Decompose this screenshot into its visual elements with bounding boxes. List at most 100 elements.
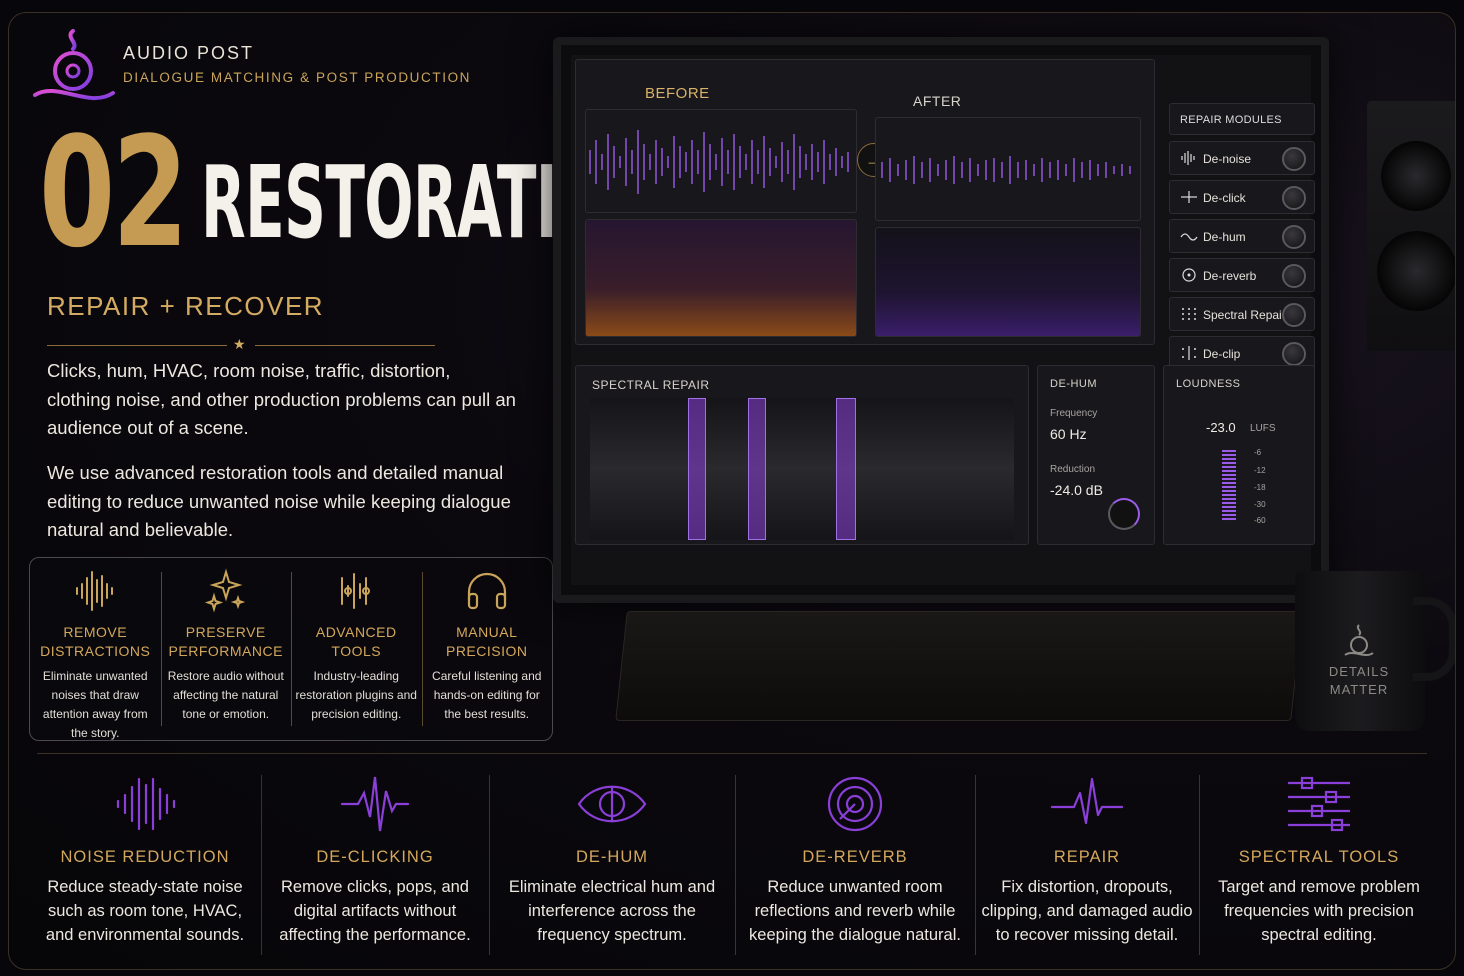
module-knob[interactable]	[1282, 225, 1306, 249]
mug-text-line: MATTER	[1329, 682, 1389, 697]
feature-desc: Careful listening and hands-on editing f…	[432, 669, 542, 721]
clip-icon	[1182, 346, 1196, 360]
star-icon: ★	[233, 336, 246, 352]
spectral-sliders-icon	[1288, 776, 1350, 832]
dehum-title: DE-HUM	[1050, 378, 1097, 390]
feature-title: TOOLS	[331, 643, 382, 659]
spectral-selection[interactable]	[748, 398, 766, 540]
module-label: Spectral Repair	[1203, 308, 1286, 322]
mixing-console	[615, 611, 1303, 721]
after-waveform-graphic	[881, 156, 1131, 184]
meter-tick: -30	[1254, 500, 1266, 509]
features-box: REMOVE DISTRACTIONS Eliminate unwanted no…	[29, 557, 553, 741]
sparkle-icon	[204, 568, 245, 613]
module-spectral-repair[interactable]: Spectral Repair	[1169, 297, 1315, 331]
noise-reduction-icon	[116, 777, 176, 831]
bottom-divider	[37, 753, 1427, 754]
meter-tick: -12	[1254, 466, 1266, 475]
service-de-reverb: DE-REVERB Reduce unwanted room reflectio…	[735, 765, 975, 969]
after-label: AFTER	[913, 93, 962, 109]
feature-desc: Industry-leading restoration plugins and…	[295, 669, 417, 721]
feature-title: DISTRACTIONS	[40, 643, 151, 659]
module-label: De-noise	[1203, 152, 1252, 166]
reverb-icon	[1182, 268, 1196, 282]
module-knob[interactable]	[1282, 186, 1306, 210]
spectral-repair-label: SPECTRAL REPAIR	[592, 378, 710, 392]
loudness-title: LOUDNESS	[1176, 378, 1241, 390]
dehum-reduction-label: Reduction	[1050, 464, 1096, 475]
feature-title: MANUAL	[456, 624, 518, 640]
module-knob[interactable]	[1282, 342, 1306, 366]
module-label: De-clip	[1203, 347, 1241, 361]
loudness-meter	[1222, 450, 1236, 522]
section-number: 02	[39, 104, 188, 281]
service-noise-reduction: NOISE REDUCTION Reduce steady-state nois…	[29, 765, 261, 969]
meter-tick: -18	[1254, 483, 1266, 492]
module-knob[interactable]	[1282, 147, 1306, 171]
service-title: SPECTRAL TOOLS	[1238, 848, 1400, 866]
declick-icon	[340, 776, 410, 832]
module-de-click[interactable]: De-click	[1169, 180, 1315, 214]
spectral-selection[interactable]	[688, 398, 706, 540]
mug-logo-icon	[1344, 624, 1374, 656]
service-spectral-tools: SPECTRAL TOOLS Target and remove problem…	[1199, 765, 1439, 969]
dehum-icon	[577, 785, 647, 823]
before-waveform-graphic	[589, 130, 849, 194]
feature-desc: Restore audio without affecting the natu…	[167, 669, 284, 721]
module-knob[interactable]	[1282, 303, 1306, 327]
brand-name: AUDIO POST	[123, 43, 255, 63]
service-desc: Reduce unwanted room reflections and rev…	[749, 878, 961, 944]
module-de-noise[interactable]: De-noise	[1169, 141, 1315, 175]
spectral-repair-panel: SPECTRAL REPAIR	[575, 365, 1029, 545]
module-knob[interactable]	[1282, 264, 1306, 288]
repair-pulse-icon	[1050, 777, 1124, 825]
dereverb-icon	[827, 776, 883, 832]
service-desc: Target and remove problem frequencies wi…	[1218, 878, 1420, 944]
dehum-panel: DE-HUM Frequency 60 Hz Reduction -24.0 d…	[1037, 365, 1155, 545]
loudness-unit: LUFS	[1250, 423, 1276, 434]
headphones-icon	[467, 572, 506, 610]
brand: AUDIO POST DIALOGUE MATCHING & POST PROD…	[27, 23, 471, 105]
module-de-reverb[interactable]: De-reverb	[1169, 258, 1315, 292]
service-title: REPAIR	[1053, 848, 1121, 866]
mug-handle	[1413, 597, 1455, 681]
intro-paragraph: Clicks, hum, HVAC, room noise, traffic, …	[47, 360, 516, 438]
feature-preserve-performance: PRESERVE PERFORMANCE Restore audio withou…	[160, 558, 292, 740]
after-waveform	[875, 117, 1141, 221]
method-paragraph: We use advanced restoration tools and de…	[47, 462, 511, 540]
service-desc: Remove clicks, pops, and digital artifac…	[279, 878, 471, 944]
service-title: DE-REVERB	[802, 848, 908, 866]
spectral-display	[590, 398, 1014, 540]
before-label: BEFORE	[645, 85, 710, 102]
hum-wave-icon	[1180, 233, 1198, 241]
dehum-reduction-value: -24.0 dB	[1050, 482, 1103, 498]
feature-title: PRESERVE	[185, 624, 266, 640]
feature-title: PERFORMANCE	[168, 643, 283, 659]
meter-tick: -6	[1254, 448, 1262, 457]
feature-title: ADVANCED	[315, 624, 397, 640]
mug-text-line: DETAILS	[1328, 664, 1390, 679]
service-de-clicking: DE-CLICKING Remove clicks, pops, and dig…	[261, 765, 489, 969]
loudness-panel: LOUDNESS -23.0 LUFS -6 -12 -18 -30 -60	[1163, 365, 1315, 545]
feature-remove-distractions: REMOVE DISTRACTIONS Eliminate unwanted no…	[30, 558, 161, 740]
spectral-selection[interactable]	[836, 398, 856, 540]
dehum-knob[interactable]	[1108, 498, 1140, 530]
spectral-dots-icon	[1182, 308, 1196, 320]
services-row: NOISE REDUCTION Reduce steady-state nois…	[29, 765, 1439, 969]
waveform-icon	[76, 571, 114, 611]
monitor: BEFORE AFTER → REPAIR MODULES De-noise D…	[553, 37, 1329, 603]
service-title: DE-HUM	[576, 848, 648, 866]
repair-modules-header: REPAIR MODULES	[1169, 103, 1315, 135]
service-desc: Eliminate electrical hum and interferenc…	[508, 878, 716, 944]
after-spectrogram	[875, 227, 1141, 337]
mug-text: DETAILS MATTER	[1309, 663, 1409, 699]
page-frame: AUDIO POST DIALOGUE MATCHING & POST PROD…	[8, 12, 1456, 970]
subtitle-divider: ★	[47, 336, 435, 353]
service-de-hum: DE-HUM Eliminate electrical hum and inte…	[489, 765, 735, 969]
feature-title: PRECISION	[445, 643, 528, 659]
feature-manual-precision: MANUAL PRECISION Careful listening and ha…	[421, 558, 553, 740]
feature-advanced-tools: ADVANCED TOOLS Industry-leading restorati…	[291, 558, 422, 740]
dehum-frequency-value: 60 Hz	[1050, 426, 1087, 442]
service-desc: Reduce steady-state noise such as room t…	[45, 878, 245, 944]
module-de-hum[interactable]: De-hum	[1169, 219, 1315, 253]
